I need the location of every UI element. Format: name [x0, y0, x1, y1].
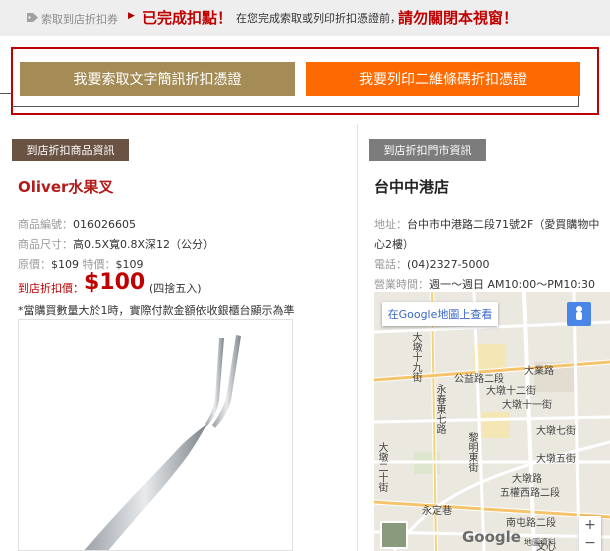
tag-icon	[27, 13, 38, 22]
road-label: 永定巷	[422, 506, 452, 517]
notice-highlight: 已完成扣點！	[142, 9, 233, 27]
product-size-row: 商品尺寸：高0.5X寬0.8X深12（公分）	[18, 236, 214, 252]
road-label: 大墩十一街	[502, 400, 552, 411]
map-data-credit[interactable]: 地圖資料	[524, 537, 556, 548]
purchase-note: *當購買數量大於1時，實際付款金額依收銀櫃台顯示為準	[18, 304, 295, 317]
breadcrumb[interactable]: 索取到店折扣券	[41, 11, 118, 27]
road-label: 黎明東街	[466, 432, 477, 472]
store-hours-label: 營業時間：	[374, 278, 429, 291]
column-divider	[357, 124, 358, 551]
road-label: 大業路	[524, 366, 554, 377]
store-map[interactable]: 大業路 公益路二段 大墩十二街 大墩十一街 大墩七街 大墩五街 大墩路 五權西路…	[374, 292, 610, 551]
discount-price: $100	[84, 270, 146, 295]
product-size-label: 商品尺寸：	[18, 238, 73, 251]
store-address-row: 地址：台中市中港路二段71號2F（愛買購物中	[374, 216, 599, 232]
store-address-line1: 台中市中港路二段71號2F（愛買購物中	[407, 218, 600, 231]
product-code-label: 商品編號：	[18, 218, 73, 231]
notice-middle: 在您完成索取或列印折扣憑證前，	[236, 12, 401, 25]
product-name: Oliver水果叉	[18, 178, 114, 196]
store-address-label: 地址：	[374, 218, 407, 231]
road-label: 五權西路二段	[500, 488, 560, 499]
store-phone: (04)2327-5000	[407, 258, 490, 271]
store-phone-label: 電話：	[374, 258, 407, 271]
store-hours-row: 營業時間：週一～週日 AM10:00～PM10:30	[374, 276, 595, 292]
store-address-cont: 心2樓）	[374, 236, 414, 252]
zoom-control[interactable]: + −	[579, 516, 601, 551]
google-logo: Google	[462, 528, 521, 546]
road-label: 大墩路	[512, 474, 542, 485]
product-image	[18, 319, 293, 551]
top-notice-bar: 索取到店折扣券 ▶ 已完成扣點！ 在您完成索取或列印折扣憑證前， 請勿關閉本視窗…	[0, 0, 610, 36]
road-label: 大墩十二街	[486, 386, 536, 397]
road-label: 永春東七路	[434, 384, 445, 434]
discount-price-note: (四捨五入)	[149, 282, 202, 295]
discount-price-label: 到店折扣價：	[18, 282, 84, 295]
store-section-tab: 到店折扣門市資訊	[369, 139, 486, 161]
annotation-line	[0, 93, 12, 94]
zoom-in-button[interactable]: +	[579, 516, 601, 534]
qr-coupon-button[interactable]: 我要列印二維條碼折扣憑證	[306, 62, 580, 96]
store-address-line2: 心2樓）	[374, 238, 414, 251]
pegman-icon[interactable]	[567, 302, 591, 326]
product-code-row: 商品編號：016026605	[18, 216, 136, 232]
fruit-fork-image	[84, 335, 241, 550]
road-label: 南屯路二段	[506, 518, 556, 529]
store-hours: 週一～週日 AM10:00～PM10:30	[429, 278, 596, 291]
store-phone-row: 電話：(04)2327-5000	[374, 256, 490, 272]
product-size: 高0.5X寬0.8X深12（公分）	[73, 238, 215, 251]
product-section-tab: 到店折扣商品資訊	[12, 139, 129, 161]
sms-coupon-button[interactable]: 我要索取文字簡訊折扣憑證	[20, 62, 295, 96]
product-code: 016026605	[73, 218, 136, 231]
original-price: $109	[51, 258, 79, 271]
satellite-toggle[interactable]	[380, 521, 408, 549]
road-label: 大墩十九街	[410, 332, 421, 382]
notice-warning: 請勿關閉本視窗！	[398, 9, 519, 27]
road-label: 大墩五街	[536, 454, 576, 465]
breadcrumb-arrow-icon: ▶	[128, 11, 135, 21]
original-price-label: 原價：	[18, 258, 51, 271]
zoom-out-button[interactable]: −	[579, 534, 601, 551]
store-name: 台中中港店	[374, 178, 450, 196]
road-label: 大墩七街	[536, 426, 576, 437]
road-label: 大墩二十街	[376, 442, 387, 492]
view-on-google-maps-link[interactable]: 在Google地圖上查看	[382, 302, 498, 326]
